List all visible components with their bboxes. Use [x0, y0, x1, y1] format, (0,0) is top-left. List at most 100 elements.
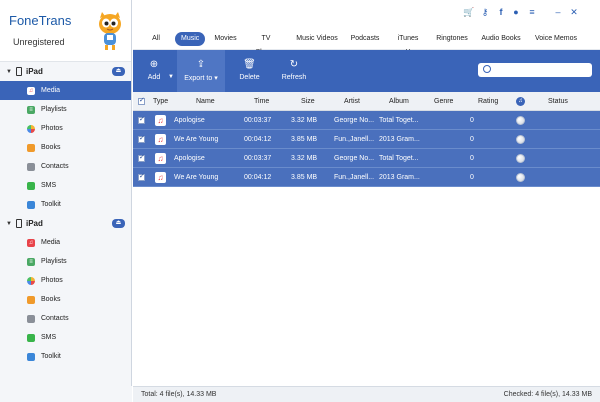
tab-music-videos[interactable]: Music Videos [296, 32, 338, 46]
col-rating[interactable]: Rating [478, 92, 498, 111]
export-label: Export to ▾ [184, 75, 218, 82]
col-genre[interactable]: Genre [434, 92, 453, 111]
track-time: 00:04:12 [244, 174, 272, 181]
tab-voice-memos[interactable]: Voice Memos [534, 32, 578, 46]
checked-files-text: Checked: 4 file(s), 14.33 MB [503, 391, 592, 398]
add-icon: ⊕ [149, 59, 159, 70]
sidebar-item-toolkit[interactable]: Toolkit [0, 347, 131, 366]
app-name: FoneTrans [9, 13, 72, 28]
sidebar: FoneTrans Unregistered ▼ iPad ⏏ ♫ Media ≡… [0, 0, 132, 402]
table-row[interactable]: ♫ Apologise 00:03:37 3.32 MB George No... Tot… [133, 111, 600, 130]
feedback-icon[interactable]: ● [510, 7, 522, 17]
track-time: 00:03:37 [244, 155, 272, 162]
eject-icon[interactable]: ⏏ [112, 219, 125, 228]
sync-status-dot [516, 135, 525, 144]
col-type[interactable]: Type [153, 92, 168, 111]
tab-ringtones[interactable]: Ringtones [435, 32, 469, 46]
device-ipad-1[interactable]: ▼ iPad ⏏ [0, 62, 131, 81]
tab-all[interactable]: All [149, 32, 163, 46]
title-bar: 🛒 ⚷ f ● ≡ – ✕ [133, 0, 600, 28]
sidebar-item-playlists[interactable]: ≡ Playlists [0, 252, 131, 271]
facebook-icon[interactable]: f [495, 7, 507, 17]
table-row[interactable]: ♫ Apologise 00:03:37 3.32 MB George No... Tot… [133, 149, 600, 168]
col-size[interactable]: Size [301, 92, 315, 111]
table-header: Type Name Time Size Artist Album Genre R… [133, 92, 600, 111]
key-icon[interactable]: ⚷ [479, 7, 491, 18]
ipad-icon [16, 219, 22, 228]
col-artist[interactable]: Artist [344, 92, 360, 111]
sidebar-item-sms[interactable]: SMS [0, 328, 131, 347]
track-rating: 0 [470, 136, 474, 143]
refresh-button[interactable]: ↻ Refresh [276, 50, 312, 92]
delete-button[interactable]: 🗑 Delete [232, 50, 267, 92]
select-all-checkbox[interactable] [138, 96, 145, 105]
track-name: We Are Young [174, 136, 219, 143]
track-size: 3.32 MB [291, 117, 318, 124]
sms-icon [27, 181, 35, 190]
eject-icon[interactable]: ⏏ [112, 67, 125, 76]
track-artist: Fun.,Janell... [334, 174, 375, 181]
col-time[interactable]: Time [254, 92, 269, 111]
tab-podcasts[interactable]: Podcasts [350, 32, 380, 46]
track-artist: Fun.,Janell... [334, 136, 375, 143]
export-icon: ⇪ [196, 59, 206, 70]
row-checkbox[interactable] [138, 115, 145, 124]
col-album[interactable]: Album [389, 92, 409, 111]
close-icon[interactable]: ✕ [568, 7, 580, 18]
sidebar-item-media[interactable]: ♫ Media [0, 81, 131, 100]
collapse-arrow-icon[interactable]: ▼ [6, 69, 16, 75]
sidebar-item-label: Playlists [41, 106, 67, 113]
brand-header: FoneTrans Unregistered [0, 0, 131, 62]
col-status[interactable]: Status [548, 92, 568, 111]
sidebar-item-playlists[interactable]: ≡ Playlists [0, 100, 131, 119]
track-album: Total Toget... [379, 155, 419, 162]
contacts-icon [27, 162, 35, 171]
toolkit-icon [27, 200, 35, 209]
tab-music[interactable]: Music [175, 32, 206, 46]
add-button[interactable]: ⊕ Add [139, 50, 169, 92]
sidebar-item-contacts[interactable]: Contacts [0, 309, 131, 328]
tab-tv-shows[interactable]: TV Shows [251, 32, 281, 56]
table-row[interactable]: ♫ We Are Young 00:04:12 3.85 MB Fun.,Janell.… [133, 130, 600, 149]
row-checkbox[interactable] [138, 153, 145, 162]
sidebar-item-media[interactable]: ♫ Media [0, 233, 131, 252]
collapse-arrow-icon[interactable]: ▼ [6, 221, 16, 227]
books-icon [27, 143, 35, 152]
sidebar-item-photos[interactable]: Photos [0, 271, 131, 290]
tab-movies[interactable]: Movies [213, 32, 238, 46]
tab-audio-books[interactable]: Audio Books [481, 32, 521, 46]
sidebar-item-books[interactable]: Books [0, 290, 131, 309]
track-album: 2013 Gram... [379, 174, 420, 181]
export-to-button[interactable]: ⇪ Export to ▾ [177, 50, 225, 92]
minimize-icon[interactable]: – [552, 7, 564, 17]
row-checkbox[interactable] [138, 134, 145, 143]
music-file-icon: ♫ [155, 153, 166, 164]
contacts-icon [27, 314, 35, 323]
track-album: 2013 Gram... [379, 136, 420, 143]
col-name[interactable]: Name [196, 92, 215, 111]
trash-icon: 🗑 [243, 59, 256, 70]
track-artist: George No... [334, 117, 375, 124]
add-dropdown-button[interactable]: ▼ [166, 50, 176, 92]
row-checkbox[interactable] [138, 172, 145, 181]
music-note-icon: ♫ [27, 238, 35, 247]
menu-icon[interactable]: ≡ [526, 7, 538, 17]
sidebar-item-photos[interactable]: Photos [0, 119, 131, 138]
track-rating: 0 [470, 174, 474, 181]
track-album: Total Toget... [379, 117, 419, 124]
search-box[interactable] [478, 63, 592, 77]
track-time: 00:04:12 [244, 136, 272, 143]
music-file-icon: ♫ [155, 172, 166, 183]
toolbar: ⊕ Add ▼ ⇪ Export to ▾ 🗑 Delete ↻ Refresh [133, 50, 600, 92]
table-row[interactable]: ♫ We Are Young 00:04:12 3.85 MB Fun.,Janell.… [133, 168, 600, 187]
sidebar-item-books[interactable]: Books [0, 138, 131, 157]
sidebar-item-contacts[interactable]: Contacts [0, 157, 131, 176]
track-size: 3.32 MB [291, 155, 318, 162]
sidebar-item-toolkit[interactable]: Toolkit [0, 195, 131, 214]
cart-icon[interactable]: 🛒 [463, 7, 475, 18]
sidebar-item-label: Playlists [41, 258, 67, 265]
tab-itunes-u[interactable]: iTunes U [395, 32, 421, 56]
search-input[interactable] [494, 64, 588, 76]
sidebar-item-sms[interactable]: SMS [0, 176, 131, 195]
device-ipad-2[interactable]: ▼ iPad ⏏ [0, 214, 131, 233]
